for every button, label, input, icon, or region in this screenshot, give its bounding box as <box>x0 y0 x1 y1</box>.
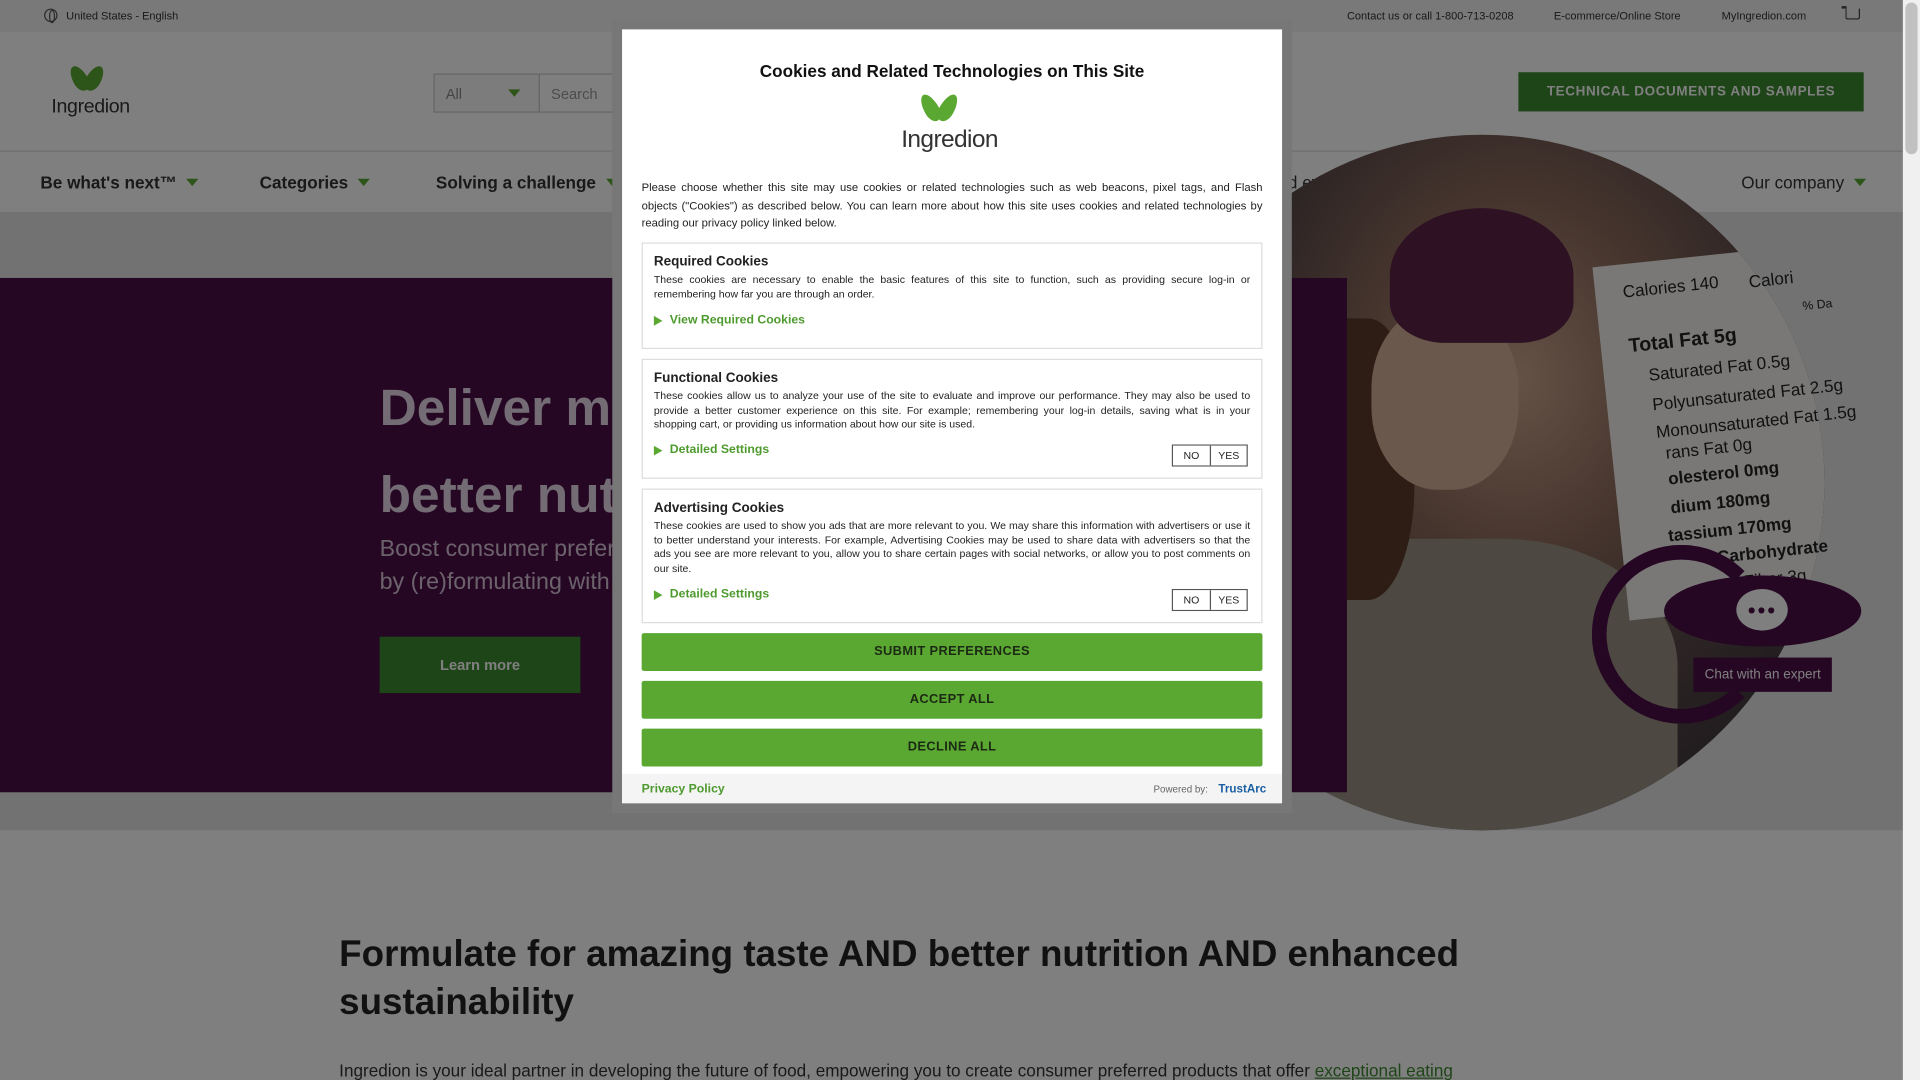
section-body: These cookies allow us to analyze your u… <box>653 389 1251 430</box>
dialog-logo: Ingredion <box>901 91 1011 162</box>
dialog-footer: Privacy Policy Powered by: TrustArc <box>622 773 1283 804</box>
accept-all-button[interactable]: ACCEPT ALL <box>641 680 1263 719</box>
caret-right-icon <box>653 589 663 600</box>
submit-preferences-button[interactable]: SUBMIT PREFERENCES <box>641 633 1263 672</box>
decline-all-button[interactable]: DECLINE ALL <box>641 728 1263 767</box>
advertising-detailed-settings-link[interactable]: Detailed Settings <box>653 587 770 602</box>
dialog-intro: Please choose whether this site may use … <box>641 181 1263 229</box>
scrollbar-thumb[interactable] <box>1905 2 1918 155</box>
scrollbar[interactable] <box>1902 0 1920 1080</box>
privacy-policy-link[interactable]: Privacy Policy <box>642 782 725 795</box>
dialog-logo-text: Ingredion <box>901 126 998 154</box>
page: United States - English Contact us or ca… <box>0 0 1920 1080</box>
view-required-cookies-link[interactable]: View Required Cookies <box>653 313 805 327</box>
section-title: Required Cookies <box>653 254 769 270</box>
functional-toggle: NO YES <box>1171 444 1248 467</box>
advertising-no-button[interactable]: NO <box>1173 590 1210 610</box>
advertising-yes-button[interactable]: YES <box>1209 590 1247 610</box>
leaf-icon <box>934 91 962 125</box>
section-title: Advertising Cookies <box>653 500 785 516</box>
advertising-cookies-section: Advertising Cookies These cookies are us… <box>641 488 1263 624</box>
dialog-title: Cookies and Related Technologies on This… <box>759 61 1145 81</box>
link-label: Detailed Settings <box>669 587 770 602</box>
functional-yes-button[interactable]: YES <box>1209 445 1247 466</box>
trustarc-logo[interactable]: TrustArc <box>1218 782 1266 795</box>
required-cookies-section: Required Cookies These cookies are neces… <box>641 242 1263 349</box>
cookie-consent-dialog: Cookies and Related Technologies on This… <box>622 29 1283 804</box>
section-title: Functional Cookies <box>653 371 779 386</box>
section-body: These cookies are necessary to enable th… <box>653 273 1251 300</box>
functional-no-button[interactable]: NO <box>1173 445 1210 466</box>
caret-right-icon <box>653 315 663 326</box>
functional-cookies-section: Functional Cookies These cookies allow u… <box>641 358 1263 479</box>
functional-detailed-settings-link[interactable]: Detailed Settings <box>653 443 770 457</box>
powered-by-label: Powered by: <box>1153 783 1208 795</box>
link-label: Detailed Settings <box>669 443 770 457</box>
section-body: These cookies are used to show you ads t… <box>653 519 1251 574</box>
caret-right-icon <box>653 445 663 455</box>
advertising-toggle: NO YES <box>1171 588 1248 612</box>
link-label: View Required Cookies <box>669 313 805 327</box>
